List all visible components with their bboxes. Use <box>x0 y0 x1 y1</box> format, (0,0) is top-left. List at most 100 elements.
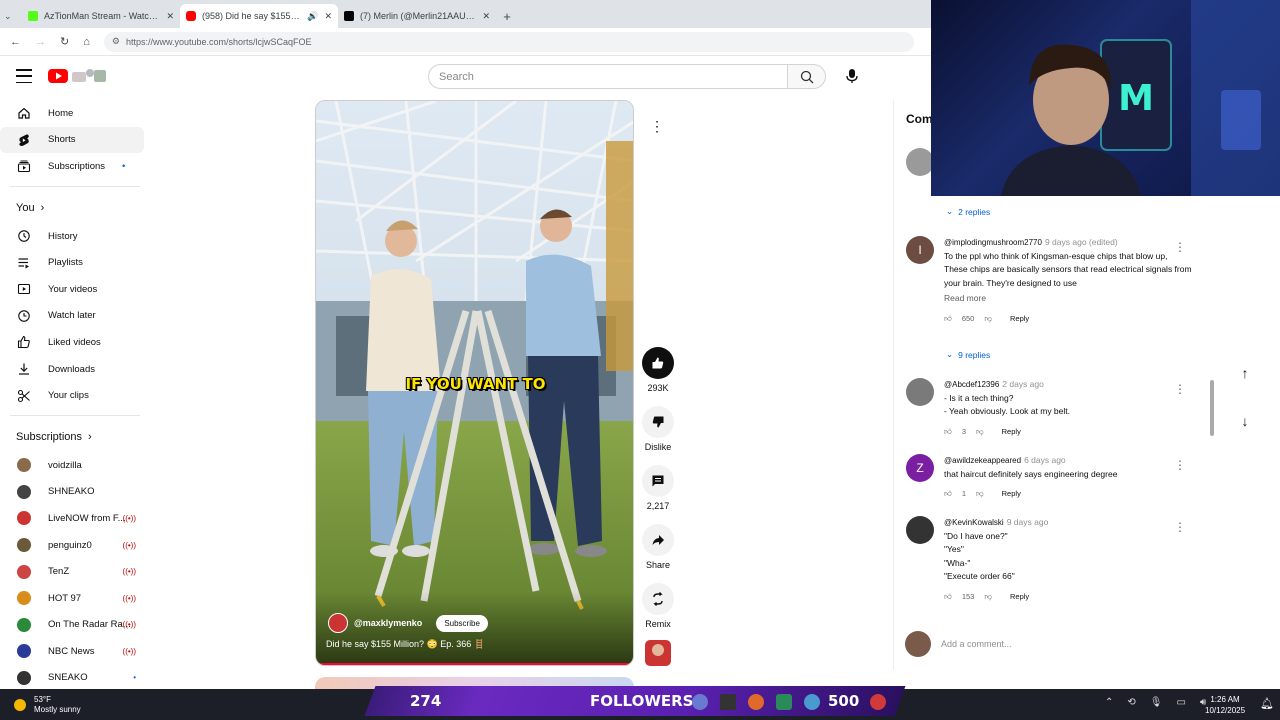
new-tab-icon[interactable]: + <box>496 4 518 28</box>
sidebar-item-home[interactable]: Home <box>0 100 150 127</box>
read-more-link[interactable]: Read more <box>944 292 1206 306</box>
url-field[interactable]: ⚙ https://www.youtube.com/shorts/lcjwSCa… <box>103 31 914 52</box>
sidebar-item-downloads[interactable]: Downloads <box>0 356 150 383</box>
sidebar-channel-tenz[interactable]: TenZ ((•)) <box>0 558 150 585</box>
home-browser-icon[interactable]: ⌂ <box>83 36 90 48</box>
network-icon[interactable]: ⟲ <box>1127 697 1135 708</box>
comment-time: 9 days ago (edited) <box>1044 237 1118 247</box>
close-tab-icon[interactable]: ✕ <box>166 11 174 22</box>
search-input[interactable]: Search <box>428 64 788 89</box>
youtube-logo[interactable] <box>48 68 108 84</box>
sidebar-channel-penguinz0[interactable]: penguinz0 ((•)) <box>0 532 150 559</box>
share-button[interactable]: Share <box>642 524 674 570</box>
previous-short-button[interactable]: ↑ <box>1234 362 1256 384</box>
terminal-app-icon[interactable] <box>720 694 736 710</box>
speaker-icon[interactable]: 🔊 <box>307 11 318 22</box>
sidebar-item-playlists[interactable]: Playlists <box>0 249 150 276</box>
tab-list-chevron-icon[interactable]: ⌄ <box>4 4 22 28</box>
sidebar-channel-livenow[interactable]: LiveNOW from F... ((•)) <box>0 505 150 532</box>
sidebar-item-label: Watch later <box>48 310 96 322</box>
thumbs-up-icon[interactable]: 👍︎ <box>944 487 952 501</box>
close-tab-icon[interactable]: ✕ <box>482 11 490 22</box>
subscribe-button[interactable]: Subscribe <box>436 614 488 632</box>
comment-menu-icon[interactable]: ⋮ <box>1174 520 1186 534</box>
weather-widget[interactable]: 53°F Mostly sunny <box>34 695 81 715</box>
like-button[interactable]: 293K <box>642 347 674 393</box>
view-replies-button[interactable]: ⌄ 2 replies <box>946 206 990 217</box>
search-button[interactable] <box>788 64 826 89</box>
remix-button[interactable]: Remix <box>642 583 674 629</box>
comment-author[interactable]: @KevinKowalski <box>944 518 1004 527</box>
menu-icon[interactable] <box>16 69 32 83</box>
app-icon[interactable] <box>804 694 820 710</box>
next-short-button[interactable]: ↓ <box>1234 410 1256 432</box>
clock[interactable]: 1:26 AM 10/12/2025 <box>1205 694 1245 716</box>
site-info-icon[interactable]: ⚙ <box>112 36 120 47</box>
sidebar-item-shorts[interactable]: Shorts <box>0 126 144 154</box>
comments-button[interactable]: 2,217 <box>642 465 674 511</box>
avatar-letter: Z <box>916 461 924 475</box>
browser-tab-kick[interactable]: AzTionMan Stream - Watch Liv ✕ <box>22 4 180 28</box>
comments-scrollbar[interactable] <box>1210 380 1214 436</box>
sidebar-item-history[interactable]: History <box>0 223 150 250</box>
forward-icon[interactable]: → <box>35 36 46 48</box>
reply-button[interactable]: Reply <box>1002 487 1021 501</box>
comment-menu-icon[interactable]: ⋮ <box>1174 240 1186 254</box>
channel-name: HOT 97 <box>48 592 82 604</box>
obs-app-icon[interactable] <box>870 694 886 710</box>
sidebar-channel-nbc-news[interactable]: NBC News ((•)) <box>0 638 150 665</box>
video-channel-name[interactable]: @maxklymenko <box>354 618 422 628</box>
comment-author[interactable]: @awildzekeappeared <box>944 456 1021 465</box>
sidebar-channel-voidzilla[interactable]: voidzilla <box>0 452 150 479</box>
video-progress-track[interactable] <box>316 663 633 665</box>
comment-author[interactable]: @Abcdef12396 <box>944 380 999 389</box>
thumbs-down-icon[interactable]: 👎︎ <box>976 425 984 439</box>
firefox-app-icon[interactable] <box>748 694 764 710</box>
chevron-up-icon[interactable]: ⌃ <box>1105 697 1113 708</box>
thumbs-up-icon[interactable]: 👍︎ <box>944 590 952 604</box>
view-replies-button[interactable]: ⌄ 9 replies <box>946 349 990 360</box>
thumbs-down-icon[interactable]: 👎︎ <box>976 487 984 501</box>
sidebar-channel-sneako[interactable]: SNEAKO • <box>0 665 150 692</box>
comment-menu-icon[interactable]: ⋮ <box>1174 382 1186 396</box>
sidebar-item-your-clips[interactable]: Your clips <box>0 382 150 409</box>
add-comment-input[interactable]: Add a comment... <box>941 639 1012 649</box>
back-icon[interactable]: ← <box>10 36 21 48</box>
more-options-icon[interactable]: ⋮ <box>650 118 664 135</box>
x-favicon-icon <box>344 11 354 21</box>
notifications-icon[interactable]: 🔔︎ <box>1260 697 1274 710</box>
close-tab-icon[interactable]: ✕ <box>324 11 332 22</box>
monitor-icon[interactable]: ▭ <box>1176 697 1185 708</box>
app-icon[interactable] <box>776 694 792 710</box>
thumbs-down-icon[interactable]: 👎︎ <box>984 590 992 604</box>
sidebar-item-label: Your videos <box>48 283 98 295</box>
sidebar-item-subscriptions[interactable]: Subscriptions • <box>0 153 150 180</box>
sidebar-item-watch-later[interactable]: Watch later <box>0 303 150 330</box>
comment-menu-icon[interactable]: ⋮ <box>1174 458 1186 472</box>
reply-button[interactable]: Reply <box>1010 590 1029 604</box>
thumbs-up-icon[interactable]: 👍︎ <box>944 425 952 439</box>
sidebar-channel-on-the-radar[interactable]: On The Radar Ra... ((•)) <box>0 612 150 639</box>
shorts-video-player[interactable]: IF YOU WANT TO @maxklymenko Subscribe Di… <box>315 100 634 666</box>
sidebar-channel-shneako[interactable]: SHNEAKO <box>0 479 150 506</box>
reply-button[interactable]: Reply <box>1010 312 1029 326</box>
browser-tab-x[interactable]: (7) Merlin (@Merlin21AAU) / X ✕ <box>338 4 496 28</box>
sidebar-you-heading[interactable]: You › <box>0 193 150 223</box>
sound-thumbnail[interactable] <box>645 640 671 666</box>
sidebar-item-your-videos[interactable]: Your videos <box>0 276 150 303</box>
reply-button[interactable]: Reply <box>1002 425 1021 439</box>
sidebar-item-liked-videos[interactable]: Liked videos <box>0 329 150 356</box>
channel-avatar[interactable] <box>328 613 348 633</box>
comment-author[interactable]: @implodingmushroom2770 <box>944 238 1042 247</box>
reload-icon[interactable]: ↻ <box>60 35 69 48</box>
thumbs-up-icon[interactable]: 👍︎ <box>944 312 952 326</box>
discord-app-icon[interactable] <box>692 694 708 710</box>
sidebar-channel-hot97[interactable]: HOT 97 ((•)) <box>0 585 150 612</box>
voice-search-button[interactable] <box>840 64 864 88</box>
sidebar-subscriptions-heading[interactable]: Subscriptions › <box>0 422 150 452</box>
dislike-button[interactable]: Dislike <box>642 406 674 452</box>
microphone-icon[interactable]: 🎙︎ <box>1150 697 1163 708</box>
video-title[interactable]: Did he say $155 Million? 😳 Ep. 366 🪜 <box>326 639 485 650</box>
browser-tab-youtube[interactable]: (958) Did he say $155 Milli 🔊 ✕ <box>180 4 338 28</box>
thumbs-down-icon[interactable]: 👎︎ <box>984 312 992 326</box>
